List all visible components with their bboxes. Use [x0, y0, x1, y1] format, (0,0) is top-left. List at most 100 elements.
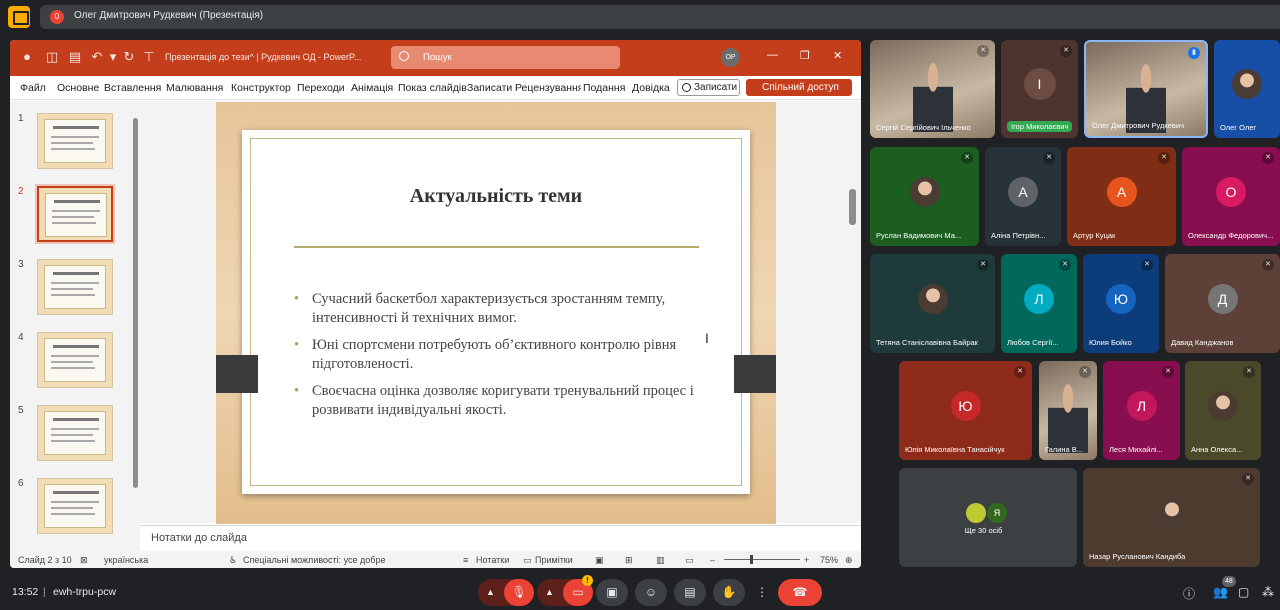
chat-icon[interactable]: ▢ — [1238, 585, 1249, 599]
participant-name: Руслан Вадимович Ма... — [876, 231, 962, 240]
mic-toggle-button[interactable]: 🎙 — [504, 579, 534, 606]
participant-tile[interactable]: ✕ Галина В... — [1039, 361, 1097, 460]
participant-tile[interactable]: І ✕ Ігор Миколаєвич — [1001, 40, 1078, 138]
zoom-out-icon[interactable]: – — [710, 555, 715, 565]
comments-icon[interactable]: ▭ — [523, 555, 532, 566]
participant-avatar: О — [1216, 176, 1246, 207]
undo-icon[interactable]: ↶ — [90, 50, 104, 64]
comments-toggle[interactable]: Примітки — [535, 555, 573, 565]
tab-view[interactable]: Подання — [583, 82, 625, 94]
slide-thumbnail-2[interactable] — [35, 184, 115, 244]
people-icon[interactable]: 👥 — [1213, 585, 1228, 599]
slide-number: 6 — [18, 478, 24, 489]
participant-tile[interactable]: Л ✕ Леся Михайлі... — [1103, 361, 1180, 460]
tab-home[interactable]: Основне — [57, 82, 99, 94]
raise-hand-button[interactable]: ✋ — [713, 579, 745, 606]
notes-icon[interactable]: ≡ — [463, 555, 468, 565]
tab-animations[interactable]: Анімація — [351, 82, 393, 94]
zoom-in-icon[interactable]: + — [804, 555, 809, 565]
participant-tile[interactable]: О ✕ Олександр Федорович... — [1182, 147, 1280, 246]
info-icon[interactable]: ⓘ — [1183, 585, 1195, 602]
participant-tile[interactable]: Олег Олег — [1214, 40, 1280, 138]
zoom-slider[interactable] — [724, 559, 800, 560]
minimize-icon[interactable]: — — [767, 49, 778, 61]
participant-tile[interactable]: ✕ Анна Олекса... — [1185, 361, 1261, 460]
captions-button[interactable]: ▤ — [674, 579, 706, 606]
current-slide[interactable]: Актуальність теми Сучасний баскетбол хар… — [216, 102, 776, 524]
reading-view-icon[interactable]: ▥ — [656, 555, 665, 566]
tab-draw[interactable]: Малювання — [166, 82, 223, 94]
participant-tile[interactable]: А ✕ Аліна Петрівн... — [985, 147, 1061, 246]
share-button[interactable]: Спільний доступ — [746, 79, 852, 96]
normal-view-icon[interactable]: ▣ — [595, 555, 604, 566]
spellcheck-icon[interactable]: ⊠ — [80, 555, 88, 566]
more-options-button[interactable]: ⋮ — [752, 579, 772, 606]
tab-insert[interactable]: Вставлення — [104, 82, 161, 94]
canvas-scrollbar[interactable] — [849, 189, 856, 225]
zoom-slider-handle[interactable] — [750, 555, 753, 564]
notes-toggle[interactable]: Нотатки — [476, 555, 509, 565]
user-avatar[interactable]: ОР — [721, 48, 740, 67]
participant-tile[interactable]: ✕ Руслан Вадимович Ма... — [870, 147, 979, 246]
accessibility-status[interactable]: Спеціальні можливості: усе добре — [243, 555, 385, 565]
slide-thumbnail-6[interactable] — [37, 478, 113, 534]
participant-name: Юлія Миколаївна Танасійчук — [905, 445, 1005, 454]
presentation-chip[interactable]: 0 Олег Дмитрович Рудкевич (Презентація) — [40, 5, 1280, 29]
camera-options-chevron-icon[interactable]: ▲ — [545, 579, 554, 606]
restore-icon[interactable]: ❐ — [800, 49, 810, 62]
participant-tile[interactable]: Л ✕ Любов Сергії... — [1001, 254, 1077, 353]
chevron-down-icon[interactable]: ▾ — [106, 50, 120, 64]
tab-design[interactable]: Конструктор — [231, 82, 291, 94]
close-icon[interactable]: ✕ — [833, 49, 842, 62]
participant-tile[interactable]: Д ✕ Давид Канджанов — [1165, 254, 1280, 353]
leave-call-button[interactable]: ☎ — [778, 579, 822, 606]
slide-thumbnail-1[interactable] — [37, 113, 113, 169]
participant-tile[interactable]: ✕ Сергій Сергійович Ільченко — [870, 40, 995, 138]
accessibility-icon[interactable]: ♿ — [229, 555, 237, 566]
slide-thumbnail-3[interactable] — [37, 259, 113, 315]
participant-tile[interactable]: Ю ✕ Юлия Бойко — [1083, 254, 1159, 353]
slide-thumbnail-4[interactable] — [37, 332, 113, 388]
tab-help[interactable]: Довідка — [632, 82, 670, 94]
record-button[interactable]: Записати — [677, 79, 740, 96]
participant-tile[interactable]: ✕ Назар Русланович Кандиба — [1083, 468, 1260, 567]
tab-slideshow[interactable]: Показ слайдів — [398, 82, 467, 94]
redo-icon[interactable]: ↻ — [122, 50, 136, 64]
meet-top-bar: 0 Олег Дмитрович Рудкевич (Презентація) — [0, 0, 1280, 34]
zoom-level[interactable]: 75% — [820, 555, 838, 565]
activities-icon[interactable]: ⁂ — [1262, 585, 1274, 599]
language-indicator[interactable]: українська — [104, 555, 148, 565]
participant-tile[interactable]: А ✕ Артур Куцак — [1067, 147, 1176, 246]
slide-number: 2 — [18, 186, 24, 197]
notes-pane[interactable]: Нотатки до слайда — [140, 525, 861, 550]
participant-tile[interactable]: Ю ✕ Юлія Миколаївна Танасійчук — [899, 361, 1032, 460]
speaking-icon: ▮ — [1188, 47, 1200, 59]
mic-options-chevron-icon[interactable]: ▲ — [486, 579, 495, 606]
tab-record[interactable]: Записати — [467, 82, 512, 94]
more-participants-tile[interactable]: Я Ще 30 осіб — [899, 468, 1077, 567]
mic-off-icon: ✕ — [1262, 152, 1274, 164]
powerpoint-window: ● ◫ ▤ ↶ ▾ ↻ ⊤ Презентація до тези^ | Руд… — [10, 40, 861, 568]
document-title: Презентація до тези^ | Рудкевич ОД - Pow… — [165, 52, 362, 62]
participant-tile[interactable]: ✕ Тетяна Станіславівна Байрак — [870, 254, 995, 353]
present-button[interactable]: ▣ — [596, 579, 628, 606]
slideshow-icon[interactable]: ▭ — [685, 555, 694, 566]
pin-icon[interactable]: ⊤ — [142, 50, 156, 64]
tab-file[interactable]: Файл — [20, 82, 46, 94]
slide-number: 5 — [18, 405, 24, 416]
thumbnails-scrollbar[interactable] — [133, 118, 138, 488]
sync-icon[interactable]: ◫ — [45, 50, 59, 64]
slide-thumbnail-5[interactable] — [37, 405, 113, 461]
slide-sorter-icon[interactable]: ⊞ — [625, 555, 633, 566]
slide-content-card: Актуальність теми Сучасний баскетбол хар… — [242, 130, 750, 494]
participant-tile-active[interactable]: ▮ Олег Дмитрович Рудкевич — [1084, 40, 1208, 138]
search-input[interactable]: Пошук — [391, 46, 620, 69]
participant-avatar-photo — [1208, 390, 1238, 421]
participant-name: Сергій Сергійович Ільченко — [876, 123, 971, 132]
save-icon[interactable]: ▤ — [68, 50, 82, 64]
reactions-button[interactable]: ☺ — [635, 579, 667, 606]
fit-to-window-icon[interactable]: ⊕ — [845, 555, 853, 566]
tab-review[interactable]: Рецензування — [515, 82, 581, 94]
tab-transitions[interactable]: Переходи — [297, 82, 345, 94]
bullet-item: Сучасний баскетбол характеризується зрос… — [294, 290, 714, 328]
